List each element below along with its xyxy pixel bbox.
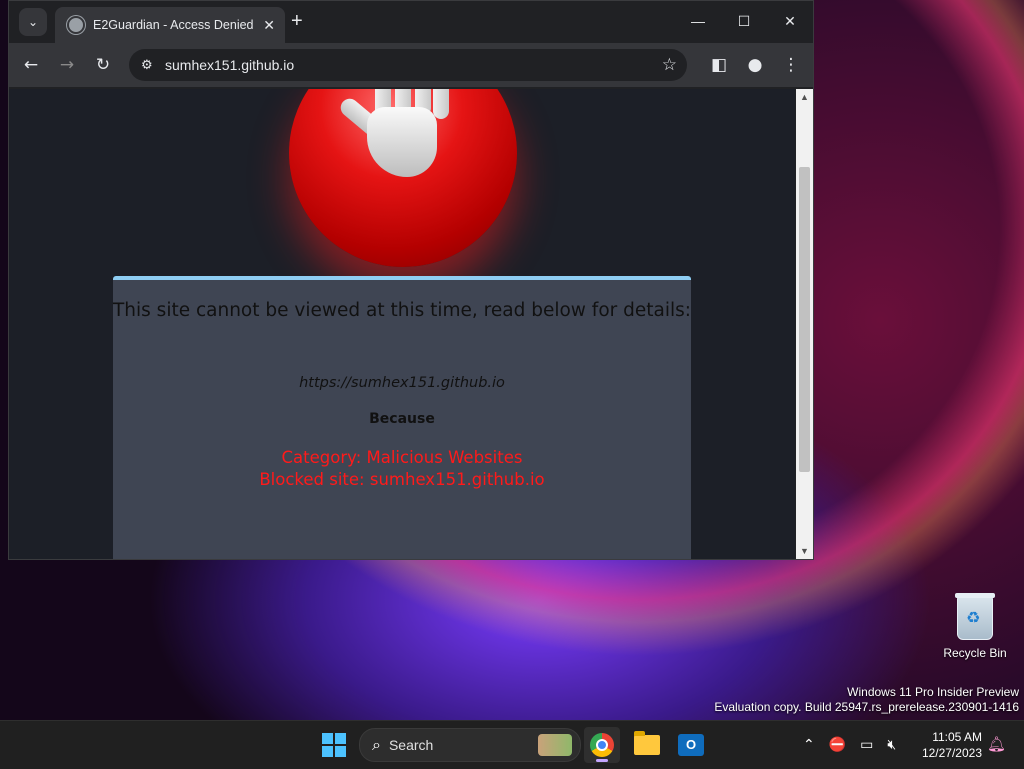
outlook-taskbar-button[interactable]: O xyxy=(673,727,709,763)
block-reason: Category: Malicious Websites Blocked sit… xyxy=(113,447,691,491)
tune-icon[interactable]: ⚙ xyxy=(141,58,157,73)
maximize-icon[interactable]: ☐ xyxy=(721,1,767,41)
reload-icon[interactable]: ↻ xyxy=(91,53,115,77)
speaker-muted-icon[interactable]: 🔇︎ xyxy=(887,737,896,753)
because-label: Because xyxy=(369,411,435,427)
stop-hand-icon xyxy=(289,89,517,267)
address-text[interactable]: sumhex151.github.io xyxy=(165,57,662,73)
watermark-edition: Windows 11 Pro Insider Preview xyxy=(847,685,1019,699)
chrome-icon xyxy=(590,733,614,757)
scrollbar[interactable]: ▲ ▼ xyxy=(796,89,813,559)
browser-tab[interactable]: E2Guardian - Access Denied ✕ xyxy=(55,7,285,43)
kebab-menu-icon[interactable]: ⋮ xyxy=(779,53,803,77)
star-icon[interactable]: ☆ xyxy=(662,55,677,75)
scroll-up-icon[interactable]: ▲ xyxy=(796,92,813,102)
blocked-site: Blocked site: sumhex151.github.io xyxy=(259,470,545,489)
arrow-right-icon[interactable]: → xyxy=(55,53,79,77)
scroll-down-icon[interactable]: ▼ xyxy=(796,546,813,556)
clock-time: 11:05 AM xyxy=(932,730,982,744)
tab-strip: ⌄ E2Guardian - Access Denied ✕ + — ☐ ✕ xyxy=(9,1,813,43)
scrollbar-thumb[interactable] xyxy=(799,167,810,472)
display-icon[interactable]: ▭ xyxy=(860,737,873,753)
browser-window: ⌄ E2Guardian - Access Denied ✕ + — ☐ ✕ ←… xyxy=(8,0,814,560)
outlook-icon: O xyxy=(678,734,704,756)
chevron-up-icon[interactable]: ⌃ xyxy=(803,737,815,753)
browser-toolbar: ← → ↻ ⚙ sumhex151.github.io ☆ ◧ ● ⋮ xyxy=(9,43,813,87)
recycle-bin-icon: ♻ xyxy=(955,593,995,640)
window-controls: — ☐ ✕ xyxy=(675,1,813,41)
close-icon[interactable]: ✕ xyxy=(263,17,275,34)
active-indicator xyxy=(596,759,608,762)
folder-icon xyxy=(634,731,660,755)
close-window-icon[interactable]: ✕ xyxy=(767,1,813,41)
page-title: This site cannot be viewed at this time,… xyxy=(113,300,691,321)
search-icon: ⌕ xyxy=(372,735,381,754)
side-panel-icon[interactable]: ◧ xyxy=(707,53,731,77)
recycle-bin-label: Recycle Bin xyxy=(943,646,1007,660)
globe-icon xyxy=(67,16,85,34)
blocked-url: https://sumhex151.github.io xyxy=(299,375,505,391)
clock[interactable]: 11:05 AM 12/27/2023 xyxy=(912,729,982,761)
minimize-icon[interactable]: — xyxy=(675,1,721,41)
notification-bell-icon[interactable]: 🔔︎ xyxy=(987,735,1006,753)
plus-icon[interactable]: + xyxy=(291,11,303,31)
arrow-left-icon[interactable]: ← xyxy=(19,53,43,77)
chrome-taskbar-button[interactable] xyxy=(584,727,620,763)
windows-start-icon[interactable] xyxy=(322,733,346,757)
windows-watermark: Windows 11 Pro Insider Preview Evaluatio… xyxy=(714,685,1019,715)
network-off-icon[interactable]: ⛔ xyxy=(829,737,846,753)
block-notice-panel: This site cannot be viewed at this time,… xyxy=(113,276,691,559)
chevron-down-icon[interactable]: ⌄ xyxy=(19,8,47,36)
page-viewport: This site cannot be viewed at this time,… xyxy=(9,89,795,559)
clock-date: 12/27/2023 xyxy=(921,746,982,760)
taskbar-search[interactable]: ⌕ Search xyxy=(359,728,581,762)
profile-icon[interactable]: ● xyxy=(743,53,767,77)
search-highlight-image xyxy=(538,734,572,756)
watermark-build: Evaluation copy. Build 25947.rs_prerelea… xyxy=(714,700,1019,714)
address-bar[interactable]: ⚙ sumhex151.github.io ☆ xyxy=(129,49,687,81)
tab-title: E2Guardian - Access Denied xyxy=(93,18,254,32)
file-explorer-taskbar-button[interactable] xyxy=(629,727,665,763)
recycle-bin[interactable]: ♻ Recycle Bin xyxy=(940,593,1010,660)
taskbar: ⌕ Search O ⌃ ⛔ ▭ 🔇︎ 11:05 AM 12/27/2023 … xyxy=(0,720,1024,769)
system-tray: ⌃ ⛔ ▭ 🔇︎ xyxy=(796,721,903,769)
search-label: Search xyxy=(388,737,434,753)
block-category: Category: Malicious Websites xyxy=(281,448,523,467)
